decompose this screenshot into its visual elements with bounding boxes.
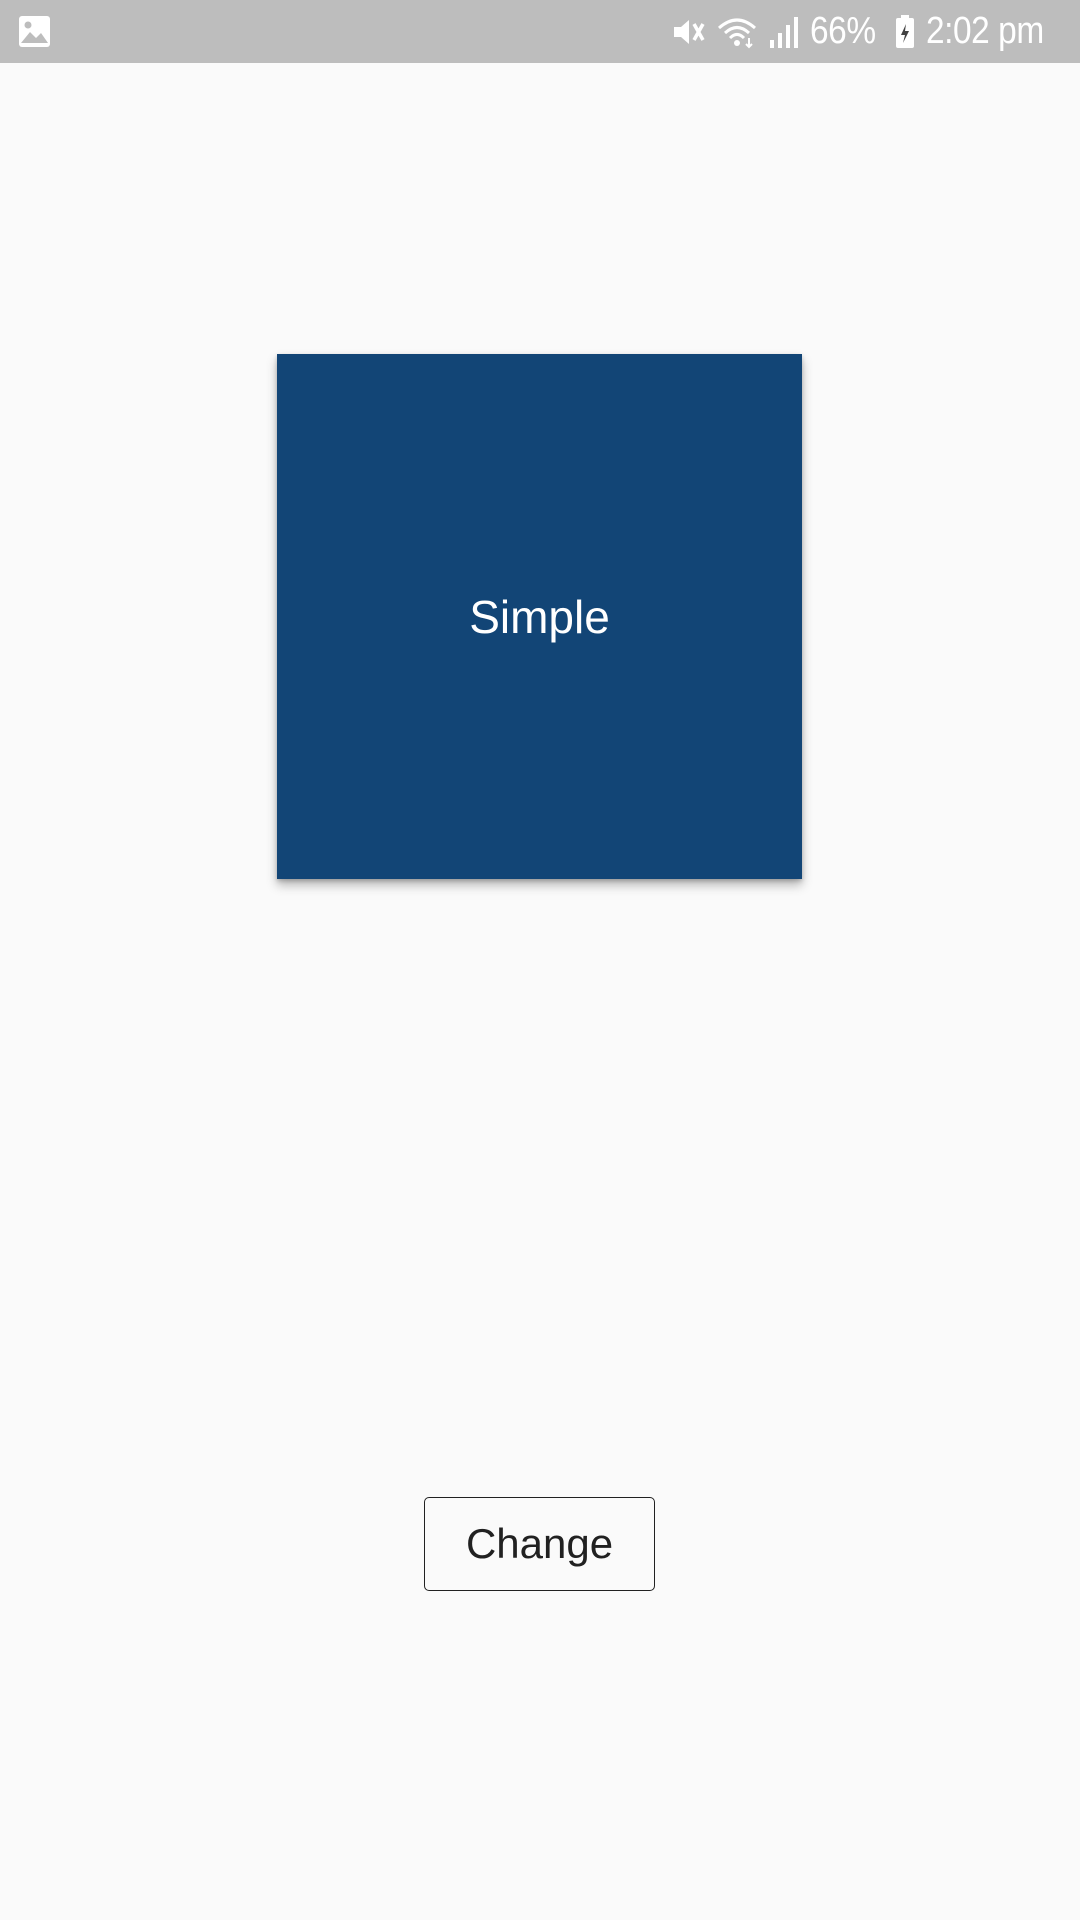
status-icons: 66% 2:02 pm — [670, 0, 1060, 63]
simple-card: Simple — [277, 354, 802, 879]
change-button[interactable]: Change — [424, 1497, 655, 1591]
mute-icon — [670, 14, 706, 50]
battery-percentage: 66% — [809, 10, 876, 52]
clock: 2:02 pm — [926, 10, 1044, 52]
status-bar: 66% 2:02 pm — [0, 0, 1080, 63]
wifi-icon — [716, 14, 758, 50]
battery-icon — [894, 14, 916, 50]
gallery-icon — [18, 15, 51, 48]
signal-icon — [768, 14, 800, 50]
card-label: Simple — [469, 590, 610, 643]
